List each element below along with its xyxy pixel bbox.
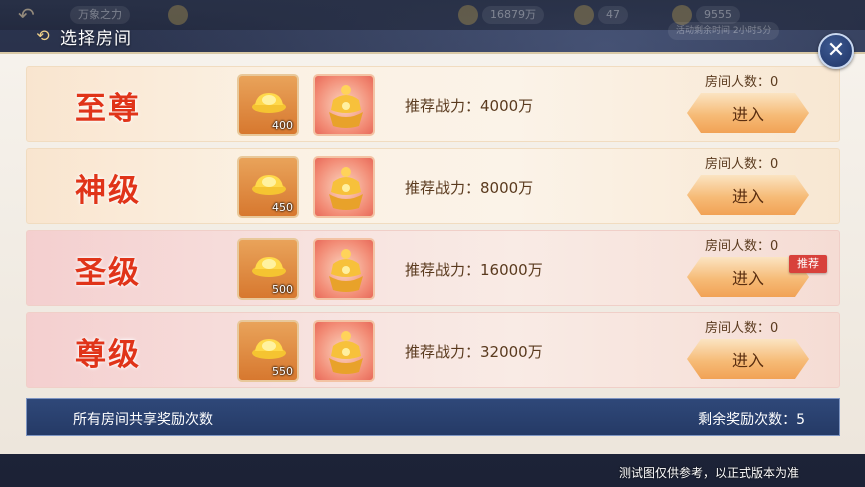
room-panel: 至尊 400 推荐战力：4000万 房间人数：0 进入 神级 450 推荐战力：…	[0, 52, 865, 454]
recommended-power: 推荐战力：32000万	[405, 343, 543, 361]
room-list: 至尊 400 推荐战力：4000万 房间人数：0 进入 神级 450 推荐战力：…	[26, 66, 840, 444]
room-title: 神级	[75, 173, 141, 209]
ingot-reward-slot[interactable]: 550	[237, 320, 299, 382]
golden-treasure-icon	[329, 167, 363, 210]
room-player-count: 房间人数：0	[705, 239, 779, 254]
room-title: 至尊	[75, 91, 141, 127]
room-player-count: 房间人数：0	[705, 75, 779, 90]
shared-reward-text: 所有房间共享奖励次数	[73, 412, 213, 428]
golden-treasure-icon	[329, 331, 363, 374]
ingot-count: 400	[272, 119, 293, 132]
room-player-count: 房间人数：0	[705, 321, 779, 336]
treasure-reward-slot[interactable]	[313, 238, 375, 300]
room-row-shenji: 神级 450 推荐战力：8000万 房间人数：0 进入	[26, 148, 840, 224]
gold-ingot-icon	[252, 257, 286, 277]
room-title: 尊级	[75, 337, 141, 373]
room-row-zunji: 尊级 550 推荐战力：32000万 房间人数：0 进入	[26, 312, 840, 388]
disclaimer-note: 测试图仅供参考，以正式版本为准	[618, 466, 799, 480]
room-title: 圣级	[75, 255, 141, 291]
ingot-count: 500	[272, 283, 293, 296]
close-icon: ✕	[826, 38, 846, 63]
recommended-badge: 推荐	[789, 255, 827, 273]
treasure-reward-slot[interactable]	[313, 74, 375, 136]
page-title: 选择房间	[60, 28, 132, 49]
gold-ingot-icon	[252, 175, 286, 195]
ingot-reward-slot[interactable]: 500	[237, 238, 299, 300]
enter-room-button[interactable]: 进入	[687, 175, 809, 215]
ingot-reward-slot[interactable]: 400	[237, 74, 299, 136]
golden-treasure-icon	[329, 85, 363, 128]
gold-ingot-icon	[252, 93, 286, 113]
room-player-count: 房间人数：0	[705, 157, 779, 172]
ingot-count: 550	[272, 365, 293, 378]
golden-treasure-icon	[329, 249, 363, 292]
gold-ingot-icon	[252, 339, 286, 359]
treasure-reward-slot[interactable]	[313, 320, 375, 382]
recommended-power: 推荐战力：4000万	[405, 97, 534, 115]
header-title-group: ⟲ 选择房间	[34, 24, 132, 49]
treasure-reward-slot[interactable]	[313, 156, 375, 218]
close-button[interactable]: ✕	[818, 33, 854, 69]
recommended-power: 推荐战力：16000万	[405, 261, 543, 279]
recommended-power: 推荐战力：8000万	[405, 179, 534, 197]
enter-room-button[interactable]: 进入	[687, 93, 809, 133]
enter-room-button[interactable]: 进入	[687, 339, 809, 379]
ingot-reward-slot[interactable]: 450	[237, 156, 299, 218]
reward-info-bar: 所有房间共享奖励次数 剩余奖励次数：5	[26, 398, 840, 436]
remaining-reward-count: 剩余奖励次数：5	[698, 412, 805, 428]
return-icon: ⟲	[36, 26, 50, 45]
room-row-zhizun: 至尊 400 推荐战力：4000万 房间人数：0 进入	[26, 66, 840, 142]
room-row-shengji: 圣级 500 推荐战力：16000万 房间人数：0 进入 推荐	[26, 230, 840, 306]
ingot-count: 450	[272, 201, 293, 214]
dialog-header: ⟲ 选择房间	[0, 18, 865, 52]
